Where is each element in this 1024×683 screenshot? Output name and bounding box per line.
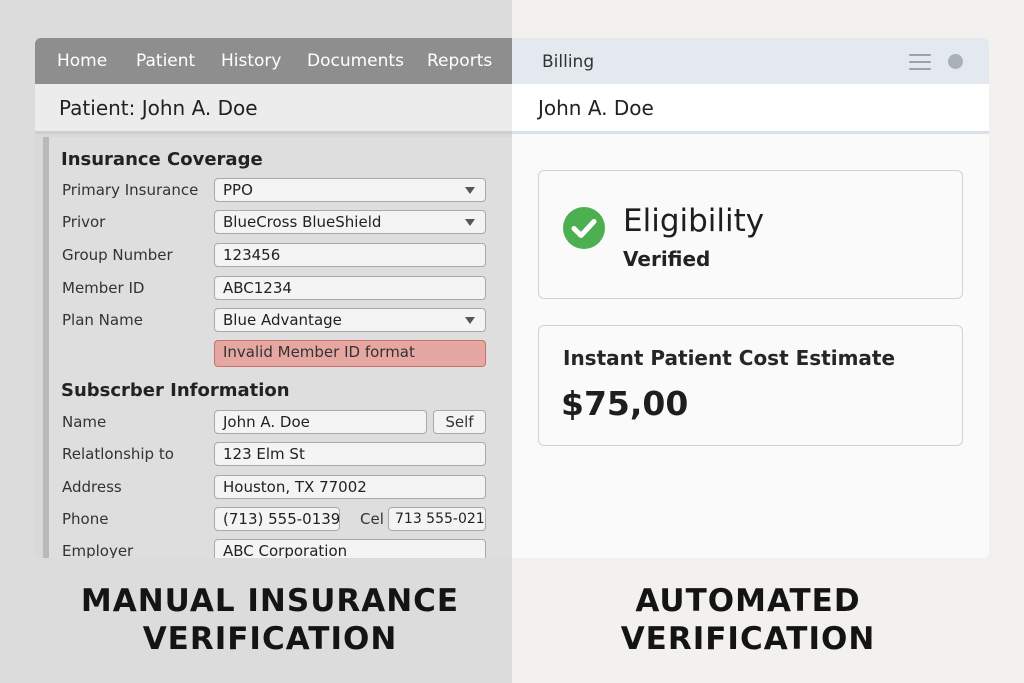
member-id-input[interactable]: ABC1234: [214, 276, 486, 300]
hamburger-menu-icon[interactable]: [909, 54, 931, 70]
nav-documents[interactable]: Documents: [307, 51, 404, 71]
cost-estimate-card: Instant Patient Cost Estimate $75,00: [538, 325, 963, 446]
automated-caption-line1: AUTOMATED: [635, 583, 861, 619]
phone-label: Phone: [62, 510, 109, 528]
member-id-label: Member ID: [62, 279, 145, 297]
provider-value: BlueCross BlueShield: [223, 213, 382, 231]
address-input[interactable]: Houston, TX 77002: [214, 475, 486, 499]
primary-insurance-select[interactable]: PPO: [214, 178, 486, 202]
patient-bar-right: John A. Doe: [512, 84, 989, 134]
chevron-down-icon: [465, 317, 475, 324]
provider-select[interactable]: BlueCross BlueShield: [214, 210, 486, 234]
check-circle-icon: [563, 207, 605, 249]
member-id-error: Invalid Member ID format: [214, 340, 486, 367]
chevron-down-icon: [465, 187, 475, 194]
plan-name-select[interactable]: Blue Advantage: [214, 308, 486, 332]
plan-name-value: Blue Advantage: [223, 311, 342, 329]
self-button[interactable]: Self: [433, 410, 486, 434]
nav-patient[interactable]: Patient: [136, 51, 195, 71]
patient-bar-left: Patient: John A. Doe: [35, 84, 512, 134]
app-window: Home Patient History Documents Reports B…: [35, 38, 989, 558]
phone-input[interactable]: (713) 555-0139: [214, 507, 340, 531]
eligibility-card: Eligibility Verified: [538, 170, 963, 299]
cost-estimate-title: Instant Patient Cost Estimate: [563, 346, 896, 370]
nav-billing[interactable]: Billing: [542, 52, 594, 72]
manual-caption-line1: MANUAL INSURANCE: [80, 583, 460, 619]
eligibility-title: Eligibility: [623, 203, 765, 239]
patient-name: John A. Doe: [538, 96, 654, 120]
chevron-down-icon: [465, 219, 475, 226]
plan-name-label: Plan Name: [62, 311, 143, 329]
name-label: Name: [62, 413, 107, 431]
group-number-input[interactable]: 123456: [214, 243, 486, 267]
eligibility-status: Verified: [623, 247, 711, 271]
nav-reports[interactable]: Reports: [427, 51, 492, 71]
primary-insurance-value: PPO: [223, 181, 253, 199]
relationship-label: Relatlonship to: [62, 445, 174, 463]
group-number-label: Group Number: [62, 246, 173, 264]
patient-title: Patient: John A. Doe: [59, 96, 258, 120]
status-dot-icon[interactable]: [948, 54, 963, 69]
primary-insurance-label: Primary Insurance: [62, 181, 199, 199]
cell-input[interactable]: 713 555-0210: [388, 507, 486, 531]
nav-home[interactable]: Home: [57, 51, 107, 71]
nav-bar-left: Home Patient History Documents Reports: [35, 38, 512, 84]
insurance-form: Insurance Coverage Primary Insurance PPO…: [43, 137, 512, 558]
manual-caption: MANUAL INSURANCE VERIFICATION: [14, 582, 526, 658]
employer-label: Employer: [62, 542, 134, 558]
insurance-coverage-title: Insurance Coverage: [61, 149, 263, 170]
employer-input[interactable]: ABC Corporation: [214, 539, 486, 558]
automated-caption-line2: VERIFICATION: [620, 621, 876, 657]
automated-caption: AUTOMATED VERIFICATION: [492, 582, 1004, 658]
cost-estimate-value: $75,00: [561, 384, 689, 423]
provider-label: Privor: [62, 213, 106, 231]
name-input[interactable]: John A. Doe: [214, 410, 427, 434]
nav-history[interactable]: History: [221, 51, 281, 71]
subscriber-info-title: Subscrber Information: [61, 380, 290, 401]
cell-label: Cel: [360, 510, 384, 528]
manual-caption-line2: VERIFICATION: [142, 621, 398, 657]
address-label: Address: [62, 478, 122, 496]
relationship-input[interactable]: 123 Elm St: [214, 442, 486, 466]
